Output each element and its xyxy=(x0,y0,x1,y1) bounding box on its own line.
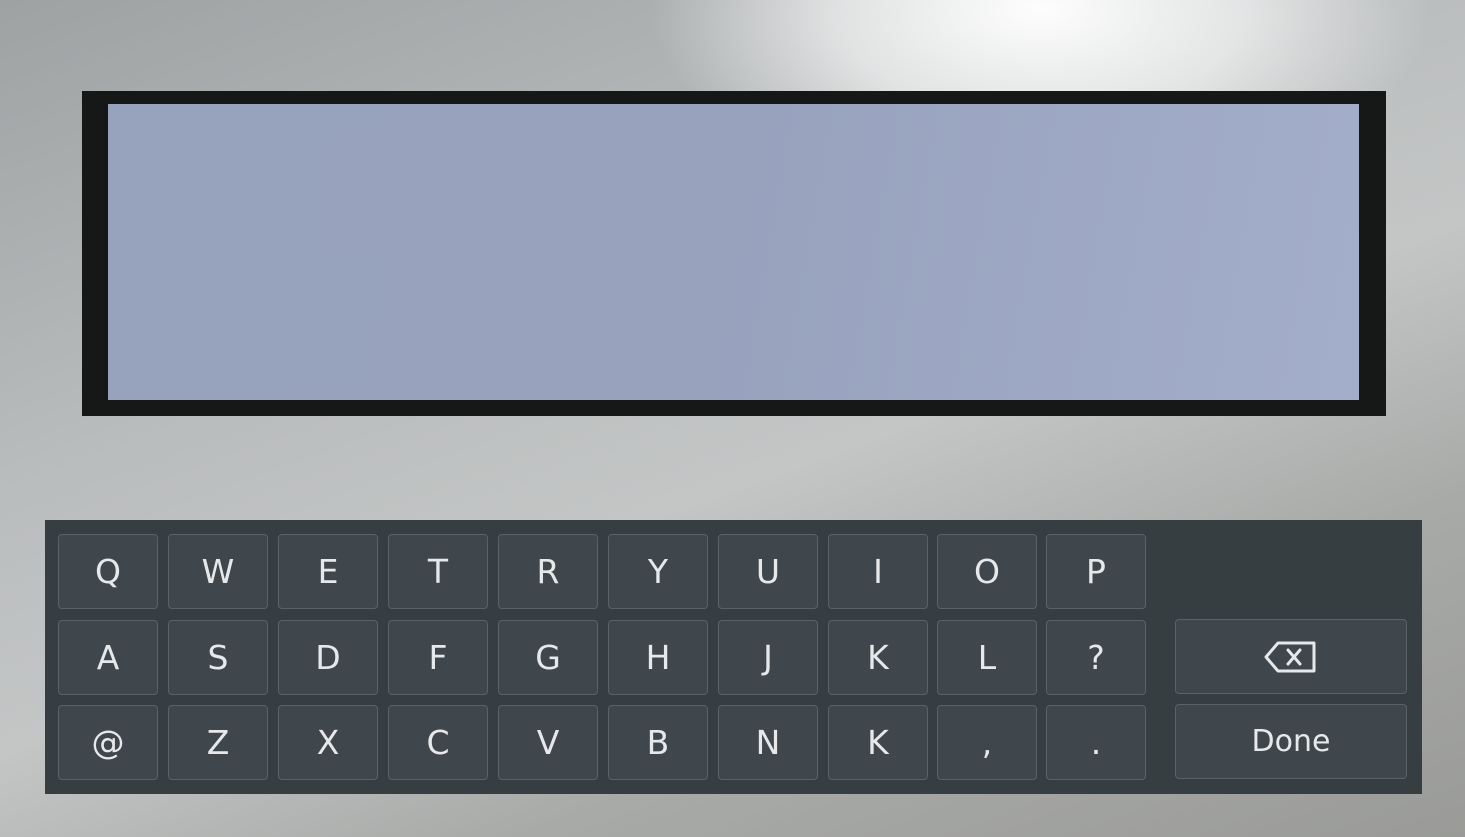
key-b[interactable]: B xyxy=(608,705,708,780)
key-comma[interactable]: , xyxy=(937,705,1037,780)
key-f[interactable]: F xyxy=(388,620,488,695)
key-u[interactable]: U xyxy=(718,534,818,609)
key-h[interactable]: H xyxy=(608,620,708,695)
backspace-key[interactable] xyxy=(1175,619,1407,694)
text-input-display[interactable] xyxy=(108,104,1359,400)
key-y[interactable]: Y xyxy=(608,534,708,609)
key-d[interactable]: D xyxy=(278,620,378,695)
key-question-mark[interactable]: ? xyxy=(1046,620,1146,695)
backspace-icon xyxy=(1264,640,1318,674)
key-w[interactable]: W xyxy=(168,534,268,609)
key-v[interactable]: V xyxy=(498,705,598,780)
key-o[interactable]: O xyxy=(937,534,1037,609)
key-l[interactable]: L xyxy=(937,620,1037,695)
key-k-second[interactable]: K xyxy=(828,705,928,780)
text-display-frame xyxy=(82,91,1386,416)
done-button[interactable]: Done xyxy=(1175,704,1407,779)
key-a[interactable]: A xyxy=(58,620,158,695)
key-at[interactable]: @ xyxy=(58,705,158,780)
key-r[interactable]: R xyxy=(498,534,598,609)
key-q[interactable]: Q xyxy=(58,534,158,609)
key-k[interactable]: K xyxy=(828,620,928,695)
key-s[interactable]: S xyxy=(168,620,268,695)
key-c[interactable]: C xyxy=(388,705,488,780)
key-i[interactable]: I xyxy=(828,534,928,609)
key-x[interactable]: X xyxy=(278,705,378,780)
key-g[interactable]: G xyxy=(498,620,598,695)
key-period[interactable]: . xyxy=(1046,705,1146,780)
key-n[interactable]: N xyxy=(718,705,818,780)
key-t[interactable]: T xyxy=(388,534,488,609)
key-p[interactable]: P xyxy=(1046,534,1146,609)
key-j[interactable]: J xyxy=(718,620,818,695)
key-z[interactable]: Z xyxy=(168,705,268,780)
on-screen-keyboard: Q W E T R Y U I O P A S D F G H J K L ? … xyxy=(45,520,1422,794)
key-e[interactable]: E xyxy=(278,534,378,609)
